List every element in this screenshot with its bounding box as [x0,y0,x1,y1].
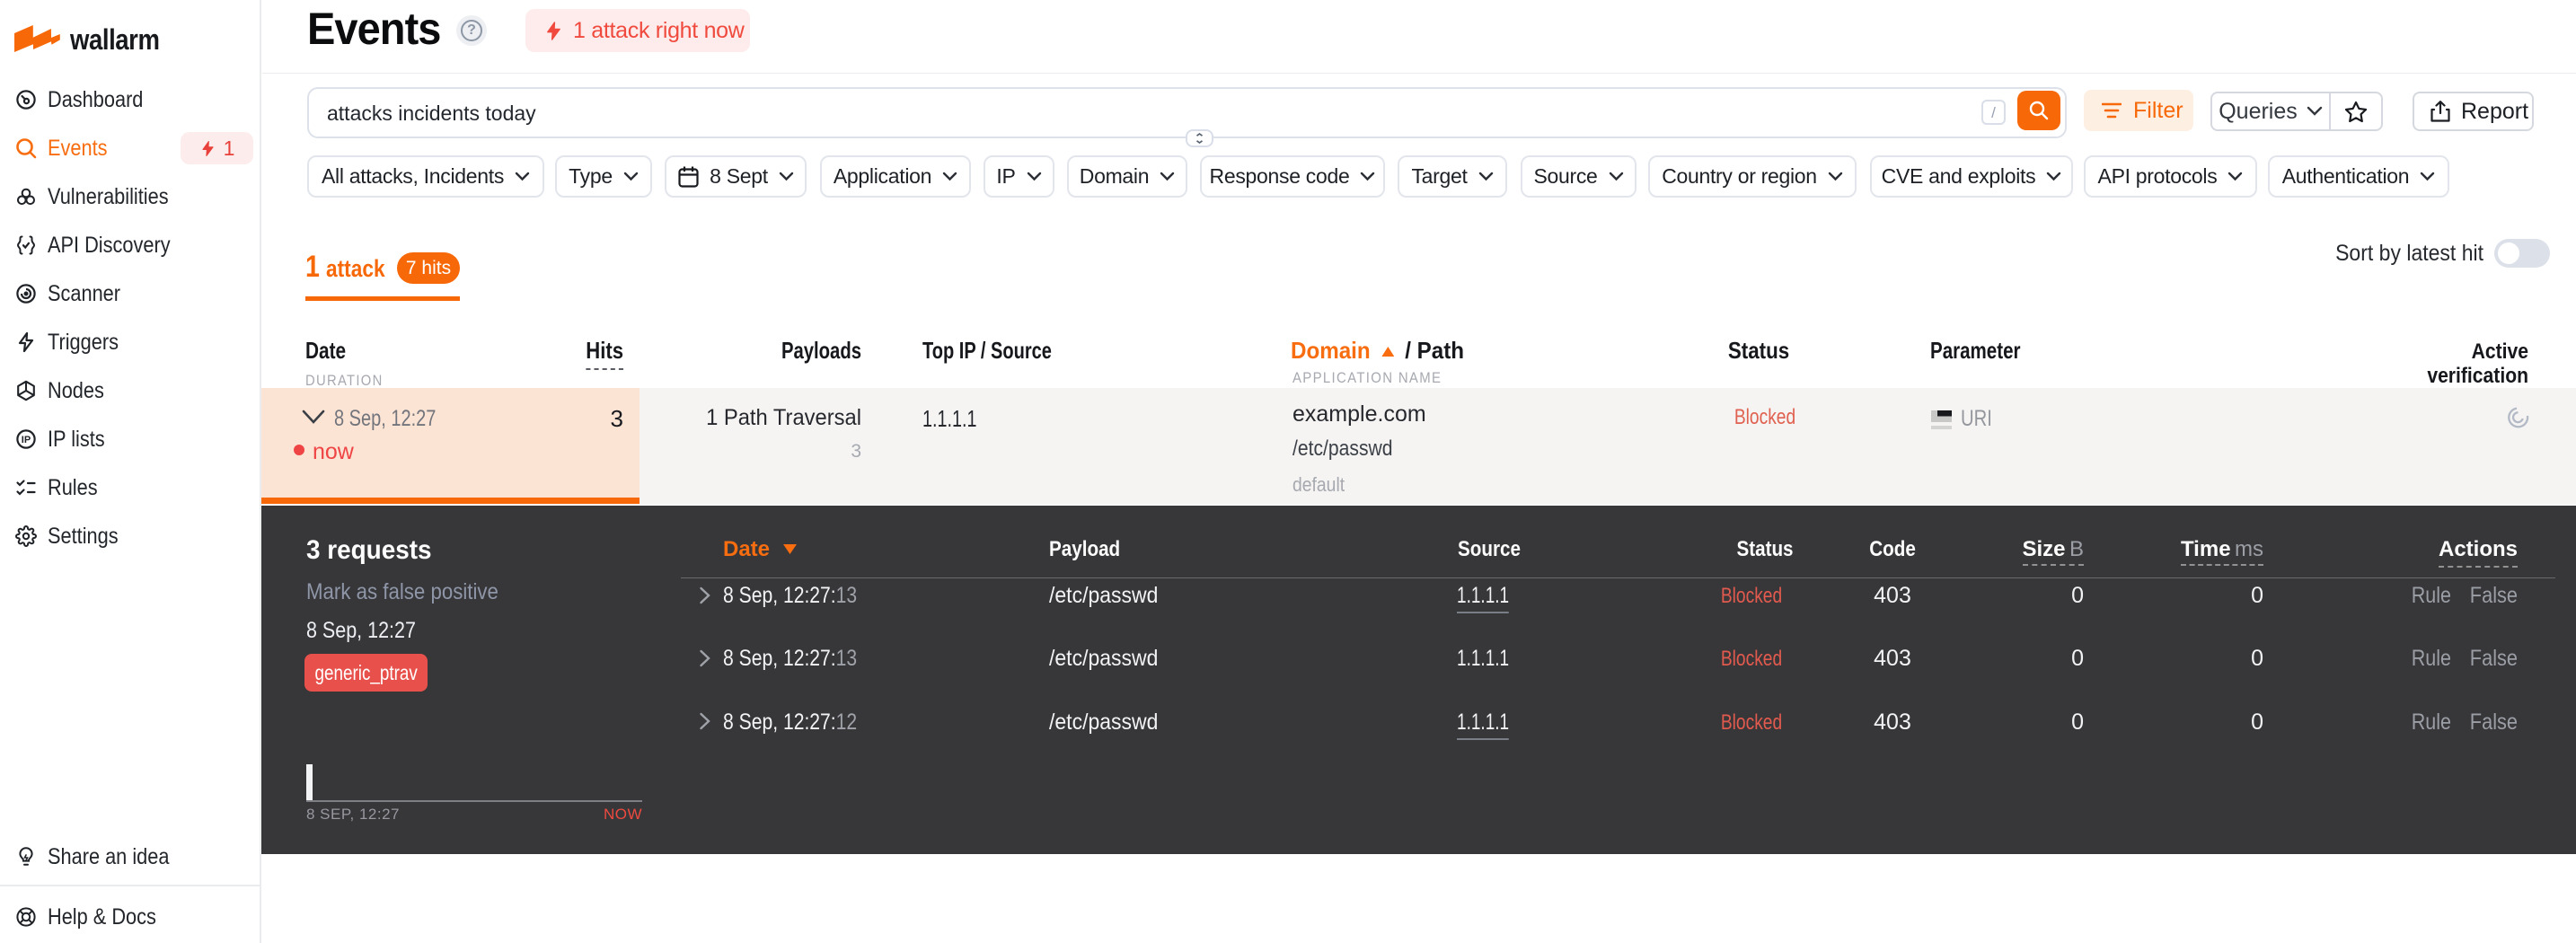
svg-text:IP: IP [22,435,31,445]
